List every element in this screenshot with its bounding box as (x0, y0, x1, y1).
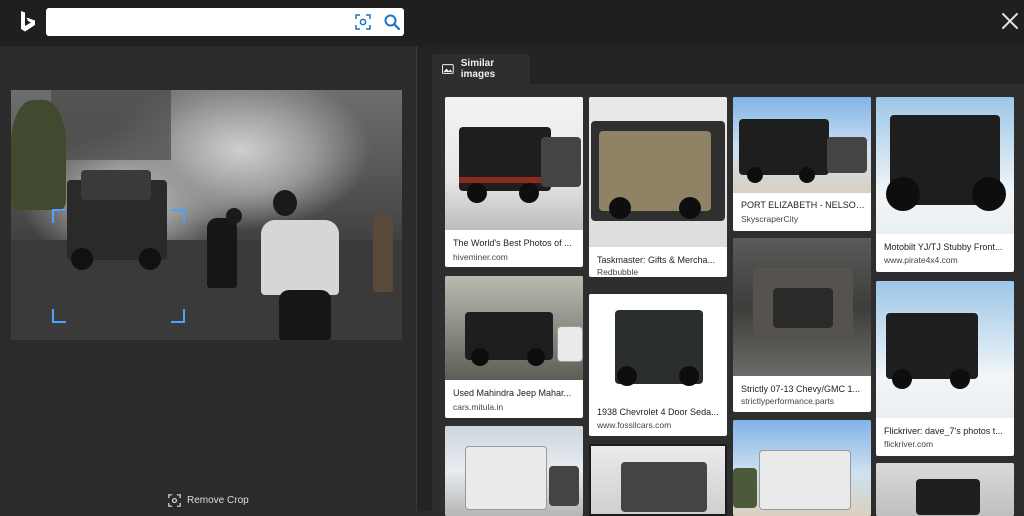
crop-handle-top-right[interactable] (171, 209, 185, 223)
result-card[interactable] (876, 463, 1014, 516)
result-card[interactable] (589, 444, 727, 516)
result-thumbnail (445, 97, 583, 230)
result-card[interactable]: PORT ELIZABETH - NELSON... SkyscraperCit… (733, 97, 871, 231)
query-image-person (373, 212, 393, 292)
result-card[interactable]: 1938 Chevrolet 4 Door Seda... www.fossil… (589, 294, 727, 436)
search-input[interactable] (54, 12, 348, 34)
query-image-person (207, 218, 237, 288)
result-thumbnail (591, 446, 725, 514)
result-source: hiveminer.com (453, 252, 508, 262)
result-card[interactable]: The World's Best Photos of ... hiveminer… (445, 97, 583, 267)
result-card[interactable]: Taskmaster: Gifts & Mercha... Redbubble (589, 97, 727, 277)
result-thumbnail (733, 238, 871, 376)
result-caption: 1938 Chevrolet 4 Door Seda... (597, 407, 719, 417)
query-image-truck-cab (81, 170, 151, 200)
result-thumbnail (589, 294, 727, 398)
crop-handle-bottom-right[interactable] (171, 309, 185, 323)
query-image-tree (11, 100, 66, 210)
result-source: SkyscraperCity (741, 214, 799, 224)
query-image-person-shirt (261, 220, 339, 295)
image-icon (442, 64, 454, 74)
result-card[interactable] (733, 420, 871, 516)
tab-similar-images-label: Similar images (460, 58, 496, 80)
crop-icon (168, 493, 181, 507)
crop-handle-bottom-left[interactable] (52, 309, 66, 323)
result-source: www.pirate4x4.com (884, 255, 958, 265)
search-icon[interactable] (383, 13, 401, 31)
result-thumbnail (589, 97, 727, 247)
result-thumbnail (733, 97, 871, 193)
query-image-person-head (226, 208, 242, 224)
result-source: strictlyperformance.parts (741, 396, 835, 406)
remove-crop-button[interactable]: Remove Crop (168, 492, 249, 508)
crop-selection[interactable] (52, 209, 185, 323)
result-caption: The World's Best Photos of ... (453, 238, 572, 248)
result-thumbnail (876, 463, 1014, 516)
result-thumbnail (445, 276, 583, 380)
result-caption: Flickriver: dave_7's photos t... (884, 426, 1003, 436)
close-icon[interactable] (1001, 12, 1019, 30)
remove-crop-label: Remove Crop (187, 494, 249, 506)
result-caption: PORT ELIZABETH - NELSON... (741, 200, 865, 210)
result-source: flickriver.com (884, 439, 934, 449)
result-caption: Motobilt YJ/TJ Stubby Front... (884, 242, 1003, 252)
result-card[interactable]: Motobilt YJ/TJ Stubby Front... www.pirat… (876, 97, 1014, 272)
result-thumbnail (876, 97, 1014, 234)
result-source: cars.mitula.in (453, 402, 504, 412)
result-source: Redbubble (597, 267, 639, 277)
result-card[interactable]: Used Mahindra Jeep Mahar... cars.mitula.… (445, 276, 583, 418)
query-image-person-legs (279, 290, 331, 340)
tab-similar-images[interactable]: Similar images (432, 54, 530, 84)
result-thumbnail (876, 281, 1014, 418)
result-thumbnail (733, 420, 871, 516)
result-caption: Strictly 07-13 Chevy/GMC 1... (741, 384, 861, 394)
result-thumbnail (445, 426, 583, 516)
search-box (46, 8, 404, 36)
result-card[interactable] (445, 426, 583, 516)
query-image-building (51, 90, 171, 160)
result-caption: Taskmaster: Gifts & Mercha... (597, 255, 716, 265)
result-card[interactable]: Strictly 07-13 Chevy/GMC 1... strictlype… (733, 238, 871, 412)
bing-logo-icon[interactable] (18, 10, 38, 34)
result-caption: Used Mahindra Jeep Mahar... (453, 388, 572, 398)
result-card[interactable]: Flickriver: dave_7's photos t... flickri… (876, 281, 1014, 456)
result-source: www.fossilcars.com (597, 420, 672, 430)
crop-handle-top-left[interactable] (52, 209, 66, 223)
top-bar (0, 0, 1024, 46)
visual-search-icon[interactable] (355, 14, 371, 30)
query-image-person-head (273, 190, 297, 216)
